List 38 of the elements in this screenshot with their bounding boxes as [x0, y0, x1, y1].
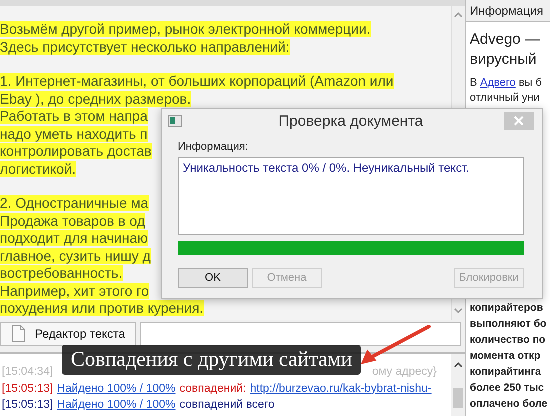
intro-text: отличный уни: [470, 91, 541, 106]
scrollbar[interactable]: [451, 354, 465, 416]
log-text: ому адресу}: [372, 365, 437, 380]
caption-overlay: Совпадения с другими сайтами: [62, 345, 362, 375]
log-link[interactable]: http://burzevao.ru/kak-bybrat-nishu-: [250, 380, 432, 397]
info-tab[interactable]: Информация: [466, 0, 550, 22]
scroll-up-icon[interactable]: [454, 362, 462, 368]
article-text-line: момента откр: [470, 349, 542, 364]
dialog-title: Проверка документа: [278, 112, 424, 130]
article-heading: вирусный: [470, 50, 538, 70]
input-field[interactable]: [140, 322, 461, 346]
scrollbar-thumb[interactable]: [453, 388, 463, 408]
intro-text: вы б: [518, 77, 542, 89]
article-text-line: копирайтинга: [470, 365, 542, 380]
window-icon: [168, 115, 182, 127]
editor-tab[interactable]: Редактор текста: [0, 322, 136, 346]
article-heading: Advego —: [470, 30, 542, 50]
intro-text: В: [470, 77, 478, 89]
document-icon: [11, 325, 27, 343]
scroll-down-icon[interactable]: [454, 308, 463, 314]
log-text: [15:04:34]: [2, 365, 54, 380]
close-icon: [514, 116, 524, 126]
log-text: [15:05:13]: [2, 382, 54, 396]
log-text: совпадений всего: [180, 398, 275, 413]
article-text-line: количество по: [470, 333, 547, 348]
log-link[interactable]: Найдено 100% / 100%: [57, 380, 176, 397]
article-text-line: выполняют бо: [470, 317, 548, 332]
article-text-line: оплачено боле: [470, 397, 549, 412]
field-label: Информация:: [178, 141, 250, 153]
site-link[interactable]: Адвего: [480, 77, 516, 89]
log-text: [15:05:13]: [2, 398, 54, 413]
article-text-line: более 250 тыс: [470, 381, 546, 396]
article-text-line: копирайтеров: [470, 301, 544, 316]
log-text: совпадений:: [180, 382, 246, 396]
close-button[interactable]: [504, 112, 534, 130]
result-message: Уникальность текста 0% / 0%. Неуникальный текст.: [178, 157, 524, 235]
dialog-button[interactable]: OK: [178, 268, 248, 288]
log-link[interactable]: Найдено 100% / 100%: [57, 397, 176, 414]
